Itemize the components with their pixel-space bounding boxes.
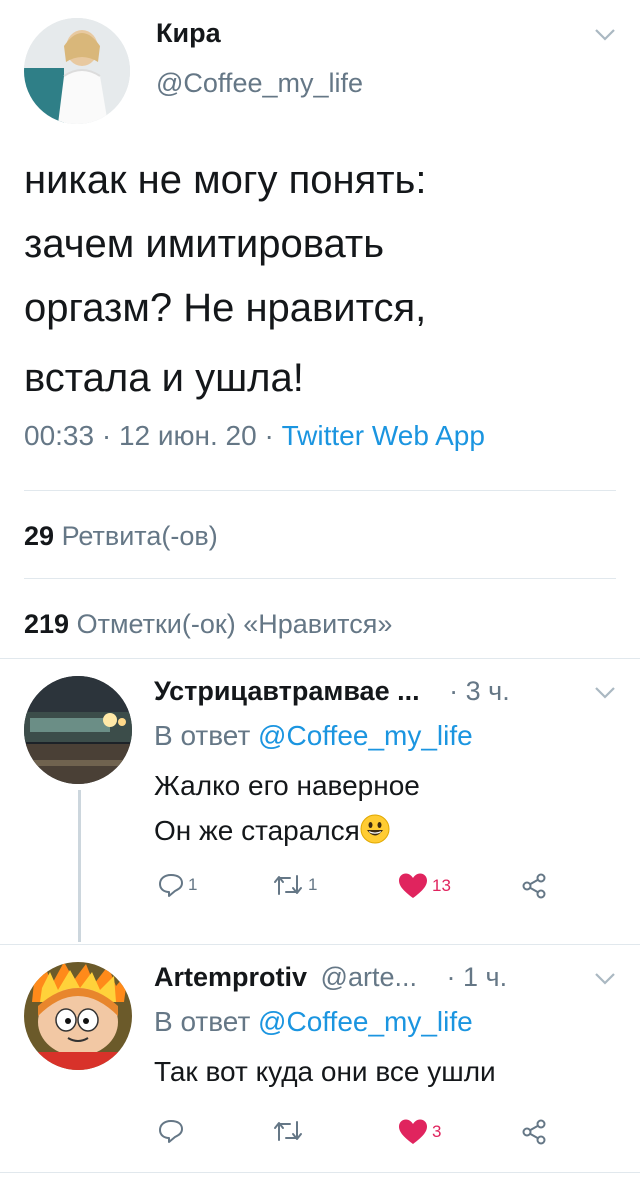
divider xyxy=(0,658,640,659)
retweet-count: 1 xyxy=(308,875,318,894)
retweets-stat[interactable]: 29 Ретвита(-ов) xyxy=(24,521,218,552)
like-action[interactable]: 3 xyxy=(398,1118,441,1146)
reply-avatar-image xyxy=(24,962,132,1070)
retweet-action[interactable]: 1 xyxy=(272,872,317,898)
chevron-down-icon[interactable] xyxy=(594,972,616,986)
reply-author-name[interactable]: Устрицавтрамвае ... xyxy=(154,676,420,706)
retweet-icon xyxy=(274,875,302,895)
tweet-line: встала и ушла! xyxy=(24,356,304,400)
comment-icon xyxy=(159,1120,183,1143)
reply-text-line: Он же старался xyxy=(154,814,390,847)
grinning-face-icon xyxy=(360,814,390,844)
reply-action[interactable] xyxy=(158,1118,188,1144)
reply-count: 1 xyxy=(188,875,198,894)
likes-label: Отметки(-ок) «Нравится» xyxy=(76,609,393,639)
reply-text: Он же старался xyxy=(154,815,360,846)
reply-to-handle[interactable]: @Coffee_my_life xyxy=(258,1006,473,1037)
reply-text-line: Жалко его наверное xyxy=(154,770,420,801)
reply-to-handle[interactable]: @Coffee_my_life xyxy=(258,720,473,751)
likes-stat[interactable]: 219 Отметки(-ок) «Нравится» xyxy=(24,609,392,640)
reply-header: Artemprotiv @arte... · 1 ч. xyxy=(154,962,507,993)
reply-avatar-image xyxy=(24,676,132,784)
reply-header: Устрицавтрамвае ... · 3 ч. xyxy=(154,676,510,707)
like-action[interactable]: 13 xyxy=(398,872,451,900)
reply-avatar[interactable] xyxy=(24,676,132,784)
author-avatar[interactable] xyxy=(24,18,130,124)
author-avatar-image xyxy=(24,18,130,124)
reply-context: В ответ @Coffee_my_life xyxy=(154,720,473,752)
retweet-action[interactable] xyxy=(272,1118,308,1144)
reply-actions: 3 xyxy=(154,1118,614,1152)
tweet-line: зачем имитировать xyxy=(24,222,385,266)
tweet-date[interactable]: 12 июн. 20 xyxy=(119,420,257,451)
reply-actions: 1 1 13 xyxy=(154,872,614,906)
reply-text-line: Так вот куда они все ушли xyxy=(154,1056,496,1087)
reply-author-handle[interactable]: @arte... xyxy=(321,962,417,992)
reply-author-name[interactable]: Artemprotiv xyxy=(154,962,307,992)
share-action[interactable] xyxy=(520,872,548,900)
chevron-down-icon[interactable] xyxy=(594,686,616,700)
divider xyxy=(0,1172,640,1173)
heart-filled-icon xyxy=(399,873,427,898)
tweet-line: оргазм? Не нравится, xyxy=(24,286,427,330)
reply-prefix: В ответ xyxy=(154,1006,251,1037)
retweets-label: Ретвита(-ов) xyxy=(61,521,218,551)
likes-count: 219 xyxy=(24,609,70,639)
like-count: 13 xyxy=(432,876,451,895)
share-action[interactable] xyxy=(520,1118,548,1146)
meta-separator: · xyxy=(101,420,112,451)
tweet-meta: 00:33 · 12 июн. 20 · Twitter Web App xyxy=(24,420,485,452)
comment-icon xyxy=(159,874,183,897)
divider xyxy=(0,944,640,945)
reply-time[interactable]: · 1 ч. xyxy=(447,962,508,992)
heart-filled-icon xyxy=(399,1119,427,1144)
retweet-icon xyxy=(274,1121,302,1141)
retweets-count: 29 xyxy=(24,521,55,551)
like-count: 3 xyxy=(432,1122,442,1141)
tweet-source[interactable]: Twitter Web App xyxy=(282,420,485,451)
reply-context: В ответ @Coffee_my_life xyxy=(154,1006,473,1038)
chevron-down-icon[interactable] xyxy=(594,28,616,42)
thread-connector xyxy=(78,790,81,942)
divider xyxy=(24,578,616,579)
reply-action[interactable]: 1 xyxy=(158,872,197,898)
share-icon xyxy=(522,1119,546,1145)
reply-time[interactable]: · 3 ч. xyxy=(449,676,510,706)
author-handle[interactable]: @Coffee_my_life xyxy=(156,68,363,99)
tweet-line: никак не могу понять: xyxy=(24,158,427,202)
share-icon xyxy=(522,873,546,899)
tweet-time[interactable]: 00:33 xyxy=(24,420,94,451)
divider xyxy=(24,490,616,491)
tweet-text: никак не могу понять: зачем имитировать … xyxy=(24,148,614,410)
reply-avatar[interactable] xyxy=(24,962,132,1070)
meta-separator: · xyxy=(264,420,274,451)
reply-prefix: В ответ xyxy=(154,720,251,751)
author-name[interactable]: Кира xyxy=(156,18,221,49)
